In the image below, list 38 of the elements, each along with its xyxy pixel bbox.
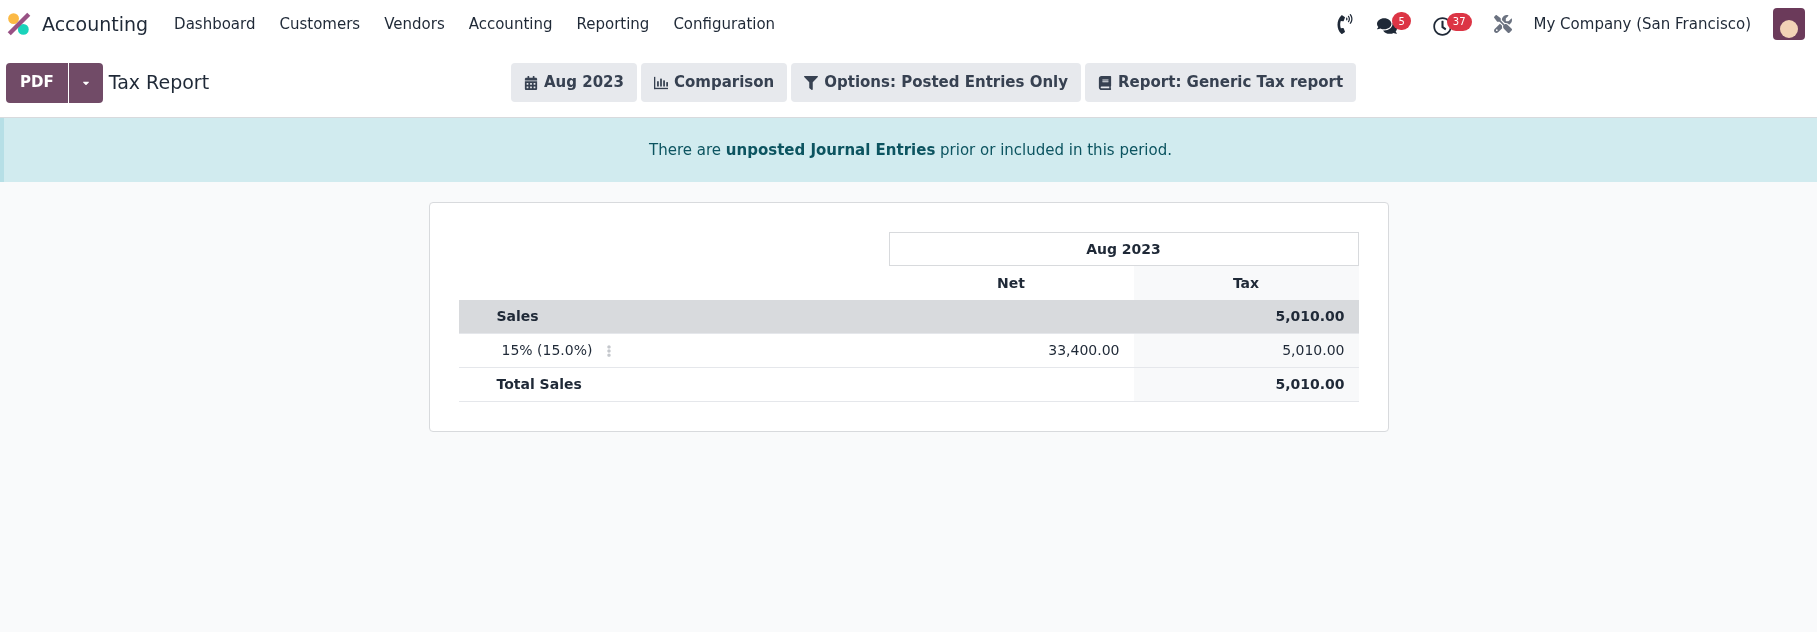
column-header: Tax <box>1232 273 1260 293</box>
unposted-entries-link[interactable]: unposted Journal Entries <box>725 140 936 159</box>
row-label: Total Sales <box>496 375 582 394</box>
menu-item[interactable]: Reporting <box>564 12 662 36</box>
column-header: Net <box>997 273 1025 293</box>
user-avatar[interactable] <box>1773 8 1805 40</box>
tax-amount: 5,010.00 <box>1275 307 1345 326</box>
tools-icon[interactable] <box>1493 15 1512 33</box>
dropdown-toggle[interactable] <box>68 62 103 103</box>
tax-amount: 5,010.00 <box>1282 341 1345 360</box>
period-header: Aug 2023 <box>888 232 1359 266</box>
message-count-badge: 5 <box>1392 12 1411 30</box>
tax-amount: 5,010.00 <box>1275 375 1345 394</box>
net-amount: 33,400.00 <box>1048 341 1120 360</box>
page-title: Tax Report <box>108 70 210 96</box>
menu-item[interactable]: Dashboard <box>162 12 268 36</box>
alert-message: There are unposted Journal Entries prior or included in this period. <box>649 139 1172 161</box>
row-label: 15% (15.0%) <box>500 341 593 360</box>
chat-icon[interactable] <box>1377 16 1398 36</box>
filter-button[interactable]: Report: Generic Tax report <box>1085 63 1357 102</box>
clock-icon[interactable] <box>1432 16 1452 36</box>
filter-button[interactable]: Options: Posted Entries Only <box>791 63 1082 102</box>
row-label: Sales <box>496 307 539 326</box>
menu-item[interactable]: Customers <box>267 12 373 36</box>
menu-item[interactable]: Vendors <box>372 12 457 36</box>
company-switcher[interactable]: My Company (San Francisco) <box>1533 12 1751 36</box>
filter-icon <box>804 75 819 90</box>
app-logo-icon[interactable] <box>6 11 32 37</box>
calendar-icon <box>524 75 538 90</box>
book-icon <box>1098 75 1113 90</box>
activity-count-badge: 37 <box>1446 12 1472 31</box>
bar-chart-icon <box>654 75 668 90</box>
filter-button[interactable]: Comparison <box>641 63 788 102</box>
filter-button[interactable]: Aug 2023 <box>511 63 637 102</box>
pdf-button[interactable]: PDF <box>6 62 68 103</box>
menu-item[interactable]: Accounting <box>456 12 565 36</box>
app-name[interactable]: Accounting <box>42 9 149 39</box>
menu-item[interactable]: Configuration <box>661 12 788 36</box>
